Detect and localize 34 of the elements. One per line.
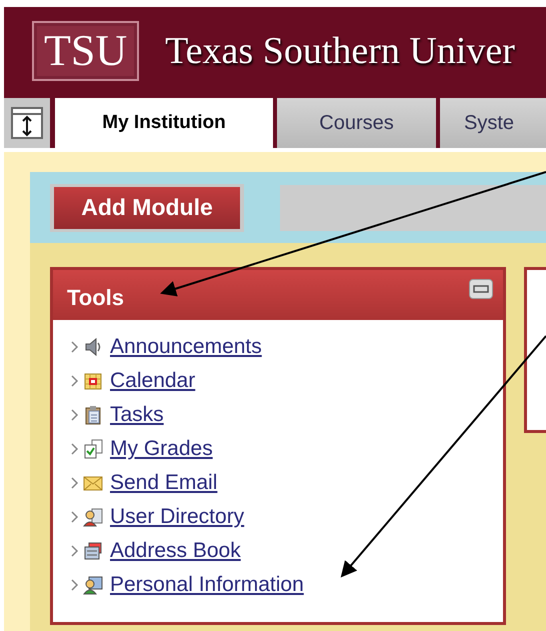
collapse-button[interactable]: [468, 279, 493, 299]
module-title: Tools: [67, 285, 124, 311]
chevron-icon: [71, 409, 79, 421]
tool-link[interactable]: Send Email: [110, 471, 218, 495]
add-module-button[interactable]: Add Module: [50, 184, 244, 232]
resize-icon: [11, 107, 43, 139]
logo: TSU: [32, 21, 140, 81]
tool-link[interactable]: Calendar: [110, 369, 196, 393]
chevron-icon: [71, 443, 79, 455]
tool-link[interactable]: Address Book: [110, 539, 241, 563]
tool-link[interactable]: User Directory: [110, 505, 244, 529]
chevron-icon: [71, 545, 79, 557]
calendar-icon: [83, 371, 103, 391]
clipboard-icon: [83, 405, 103, 425]
personal-information-icon: [83, 575, 103, 595]
grades-icon: [83, 439, 103, 459]
minimize-icon: [472, 285, 489, 293]
chevron-icon: [71, 477, 79, 489]
nav-tab[interactable]: Syste: [440, 98, 546, 148]
user-directory-icon: [83, 507, 103, 527]
speaker-icon: [83, 337, 103, 357]
nav-tab[interactable]: My Institution: [55, 98, 273, 148]
tool-link[interactable]: Personal Information: [110, 573, 304, 597]
chevron-icon: [71, 375, 79, 387]
site-title: Texas Southern Univer: [165, 29, 515, 73]
tool-link[interactable]: Tasks: [110, 403, 164, 427]
address-book-icon: [83, 541, 103, 561]
chevron-icon: [71, 341, 79, 353]
nav-tab[interactable]: Courses: [277, 98, 436, 148]
tool-link[interactable]: My Grades: [110, 437, 213, 461]
toggle-button[interactable]: [4, 98, 50, 148]
chevron-icon: [71, 511, 79, 523]
tool-link[interactable]: Announcements: [110, 335, 262, 359]
chevron-icon: [71, 579, 79, 591]
